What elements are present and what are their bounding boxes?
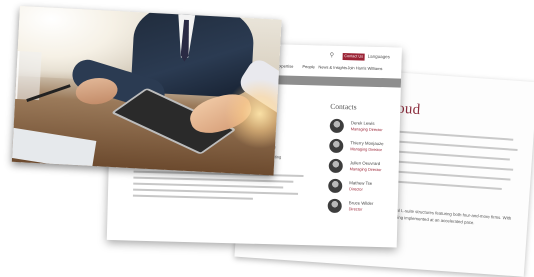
language-selector[interactable]: Languages bbox=[368, 54, 390, 60]
contacts-heading: Contacts bbox=[330, 101, 357, 112]
avatar bbox=[328, 158, 343, 174]
contact-role: Managing Director bbox=[350, 146, 383, 153]
contact-role: Managing Director bbox=[350, 126, 383, 133]
search-icon[interactable]: ⚲ bbox=[330, 52, 335, 59]
contact-role: Director bbox=[348, 206, 363, 212]
text-line bbox=[392, 140, 518, 152]
contact-us-button[interactable]: Contact Us bbox=[342, 53, 365, 61]
contact-card[interactable]: Julien Oeuvrard Managing Director bbox=[328, 158, 398, 179]
text-line bbox=[389, 180, 502, 191]
nav-item-news-insights[interactable]: News & Insights bbox=[318, 64, 347, 70]
text-line bbox=[391, 160, 514, 171]
text-line bbox=[393, 130, 514, 141]
text-line bbox=[392, 150, 510, 161]
avatar bbox=[327, 198, 342, 214]
glass bbox=[15, 50, 42, 101]
contact-name: Julien Oeuvrard bbox=[349, 160, 381, 167]
contact-name: Mathew Tse bbox=[349, 180, 373, 186]
body-line bbox=[133, 182, 284, 189]
contact-card[interactable]: Mathew Tse Director bbox=[328, 178, 398, 199]
paper-sheet bbox=[11, 126, 97, 171]
contact-card[interactable]: Derek Lewis Managing Director bbox=[329, 118, 400, 139]
contact-role: Director bbox=[349, 186, 363, 192]
contact-name: Thierry Monjauze bbox=[350, 140, 384, 147]
body-line bbox=[133, 176, 294, 183]
nav-item-people[interactable]: People bbox=[302, 64, 315, 69]
avatar bbox=[328, 178, 343, 194]
business-tablet-photo bbox=[11, 6, 282, 176]
contact-card[interactable]: Bruce Wilder Director bbox=[327, 198, 397, 219]
contact-card[interactable]: Thierry Monjauze Managing Director bbox=[329, 138, 399, 159]
body-line bbox=[133, 188, 299, 195]
contact-role: Managing Director bbox=[349, 166, 382, 173]
avatar bbox=[329, 138, 344, 154]
contact-name: Bruce Wilder bbox=[348, 200, 374, 206]
contact-name: Derek Lewis bbox=[350, 120, 375, 126]
body-line bbox=[132, 194, 253, 200]
avatar bbox=[329, 118, 345, 134]
text-line bbox=[390, 170, 511, 181]
nav-item-join[interactable]: Join Harris Williams bbox=[347, 65, 382, 71]
